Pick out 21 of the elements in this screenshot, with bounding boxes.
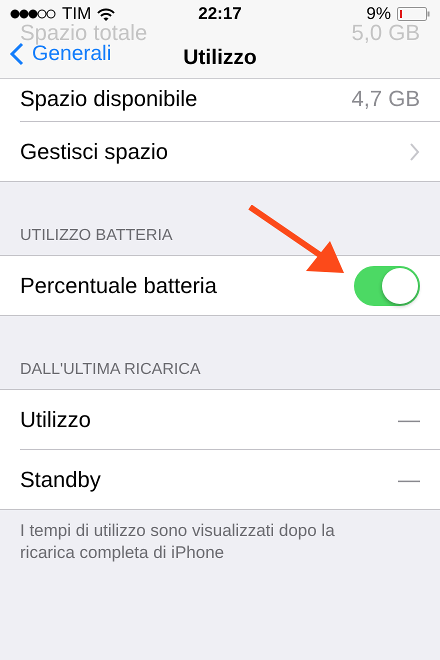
back-button[interactable]: Generali — [10, 42, 112, 66]
carrier: TIM — [62, 4, 92, 24]
wifi-icon — [97, 8, 116, 20]
section-header: UTILIZZO BATTERIA — [20, 227, 173, 245]
row-label: Percentuale batteria — [20, 272, 217, 298]
row-label: Utilizzo — [20, 406, 91, 432]
row-label: Standby — [20, 466, 101, 492]
clock: 22:17 — [198, 4, 242, 24]
row-label: Gestisci spazio — [20, 138, 168, 164]
row-value: 4,7 GB — [352, 86, 420, 112]
row-label: Spazio disponibile — [20, 86, 198, 112]
signal-icon — [10, 9, 56, 19]
chevron-icon — [410, 142, 420, 160]
page-title: Utilizzo — [183, 46, 257, 70]
section-header: DALL'ULTIMA RICARICA — [20, 361, 201, 379]
battery-icon — [397, 7, 430, 21]
footer-note: I tempi di utilizzo sono visualizzati dopo la ricarica completa di iPhone — [20, 520, 336, 564]
toggle-switch[interactable] — [354, 266, 420, 306]
row-value: — — [398, 406, 420, 432]
row-value: — — [398, 466, 420, 492]
battery-percent: 9% — [366, 4, 391, 24]
